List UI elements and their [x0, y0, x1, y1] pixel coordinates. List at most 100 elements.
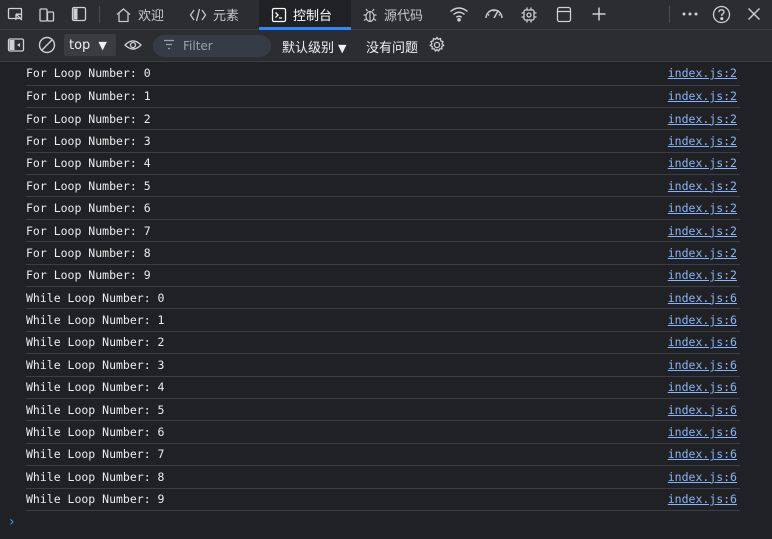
source-link[interactable]: index.js:2: [668, 66, 737, 80]
source-link[interactable]: index.js:2: [668, 268, 737, 282]
filter-box[interactable]: [153, 35, 271, 57]
console-message-text: While Loop Number: 0: [26, 290, 165, 305]
console-message-row: While Loop Number: 4 index.js:6: [26, 377, 740, 399]
console-message-row: While Loop Number: 1 index.js:6: [26, 309, 740, 332]
chevron-down-icon: ▼: [338, 42, 347, 55]
source-link[interactable]: index.js:2: [668, 112, 737, 126]
source-link[interactable]: index.js:2: [668, 179, 737, 193]
code-icon: [189, 7, 207, 23]
application-panel-icon[interactable]: [556, 6, 572, 23]
log-level-dropdown[interactable]: 默认级别 ▼: [282, 37, 346, 56]
console-toolbar: top ▼ 默认级别▼ 没有问题: [0, 30, 772, 62]
console-message-row: For Loop Number: 8 index.js:2: [26, 242, 740, 265]
add-tab-icon[interactable]: [591, 6, 607, 22]
tab-console[interactable]: 控制台: [259, 0, 351, 30]
home-icon: [115, 7, 132, 23]
memory-chip-icon[interactable]: [520, 6, 538, 24]
console-message-text: While Loop Number: 2: [26, 335, 165, 350]
toolbar-divider: [669, 6, 670, 23]
console-message-row: For Loop Number: 1 index.js:2: [26, 86, 740, 108]
source-link[interactable]: index.js:2: [668, 89, 737, 103]
source-link[interactable]: index.js:2: [668, 134, 737, 148]
console-output: For Loop Number: 0 index.js:2 For Loop Num…: [0, 62, 772, 511]
issues-counter[interactable]: 没有问题: [366, 37, 418, 56]
toolbar-divider: [99, 6, 100, 23]
context-label: top: [69, 37, 91, 53]
console-message-text: While Loop Number: 9: [26, 492, 165, 507]
source-link[interactable]: index.js:6: [668, 492, 737, 506]
console-message-text: For Loop Number: 6: [26, 201, 151, 216]
console-message-row: While Loop Number: 7 index.js:6: [26, 444, 740, 467]
console-message-text: For Loop Number: 0: [26, 66, 151, 81]
inspect-element-icon[interactable]: [7, 6, 25, 24]
console-message-text: For Loop Number: 1: [26, 89, 151, 104]
console-message-row: For Loop Number: 6 index.js:2: [26, 197, 740, 220]
console-message-text: For Loop Number: 5: [26, 178, 151, 193]
source-link[interactable]: index.js:6: [668, 447, 737, 461]
console-message-text: For Loop Number: 9: [26, 268, 151, 283]
console-message-text: While Loop Number: 8: [26, 469, 165, 484]
source-link[interactable]: index.js:2: [668, 201, 737, 215]
source-link[interactable]: index.js:6: [668, 470, 737, 484]
console-message-row: For Loop Number: 4 index.js:2: [26, 153, 740, 176]
issues-label: 没有问题: [366, 41, 419, 56]
tab-label: 控制台: [293, 9, 333, 24]
console-message-text: While Loop Number: 3: [26, 357, 165, 372]
console-message-row: For Loop Number: 9 index.js:2: [26, 265, 740, 288]
chevron-down-icon: ▼: [98, 38, 107, 52]
tab-welcome[interactable]: 欢迎: [107, 0, 172, 29]
more-options-icon[interactable]: [681, 6, 699, 22]
console-message-row: While Loop Number: 5 index.js:6: [26, 399, 740, 422]
live-expression-eye-icon[interactable]: [124, 38, 142, 52]
console-message-text: While Loop Number: 5: [26, 402, 165, 417]
console-settings-gear-icon[interactable]: [428, 36, 446, 54]
console-message-row: For Loop Number: 2 index.js:2: [26, 108, 740, 131]
console-message-row: For Loop Number: 5 index.js:2: [26, 175, 740, 198]
console-prompt-chevron-icon[interactable]: ›: [9, 514, 15, 530]
source-link[interactable]: index.js:6: [668, 380, 737, 394]
sidebar-toggle-icon[interactable]: [7, 37, 25, 53]
devtools-tab-bar: 欢迎 元素 控制台 源代码: [0, 0, 772, 30]
console-message-row: While Loop Number: 0 index.js:6: [26, 287, 740, 310]
source-link[interactable]: index.js:6: [668, 335, 737, 349]
close-icon[interactable]: [746, 6, 762, 22]
console-message-text: For Loop Number: 3: [26, 133, 151, 148]
filter-icon: [163, 39, 175, 54]
console-message-row: While Loop Number: 3 index.js:6: [26, 354, 740, 377]
console-message-text: For Loop Number: 4: [26, 156, 151, 171]
console-message-text: While Loop Number: 1: [26, 313, 165, 328]
source-link[interactable]: index.js:6: [668, 358, 737, 372]
clear-console-icon[interactable]: [38, 36, 56, 54]
context-selector[interactable]: top ▼: [64, 34, 116, 56]
device-emulation-icon[interactable]: [38, 6, 56, 24]
tab-elements[interactable]: 元素: [181, 0, 247, 29]
source-link[interactable]: index.js:6: [668, 291, 737, 305]
console-message-text: While Loop Number: 7: [26, 447, 165, 462]
console-message-row: While Loop Number: 2 index.js:6: [26, 332, 740, 355]
source-link[interactable]: index.js:2: [668, 224, 737, 238]
console-message-text: While Loop Number: 4: [26, 380, 165, 395]
console-message-row: For Loop Number: 3 index.js:2: [26, 130, 740, 153]
source-link[interactable]: index.js:6: [668, 313, 737, 327]
console-message-text: For Loop Number: 2: [26, 111, 151, 126]
console-message-text: While Loop Number: 6: [26, 425, 165, 440]
filter-input[interactable]: [181, 38, 265, 54]
console-message-row: While Loop Number: 9 index.js:6: [26, 489, 740, 511]
console-icon: [271, 7, 287, 23]
console-message-text: For Loop Number: 7: [26, 223, 151, 238]
tab-label: 欢迎: [138, 9, 165, 24]
tab-label: 元素: [213, 9, 240, 24]
tab-sources[interactable]: 源代码: [354, 0, 431, 29]
console-message-text: For Loop Number: 8: [26, 245, 151, 260]
dock-side-icon[interactable]: [71, 6, 87, 22]
source-link[interactable]: index.js:2: [668, 246, 737, 260]
help-icon[interactable]: [712, 5, 731, 24]
network-wifi-icon[interactable]: [449, 6, 469, 22]
source-link[interactable]: index.js:6: [668, 425, 737, 439]
console-message-row: For Loop Number: 7 index.js:2: [26, 220, 740, 243]
source-link[interactable]: index.js:6: [668, 403, 737, 417]
tab-label: 源代码: [384, 9, 424, 24]
source-link[interactable]: index.js:2: [668, 156, 737, 170]
bug-icon: [362, 7, 378, 23]
performance-gauge-icon[interactable]: [484, 6, 504, 22]
